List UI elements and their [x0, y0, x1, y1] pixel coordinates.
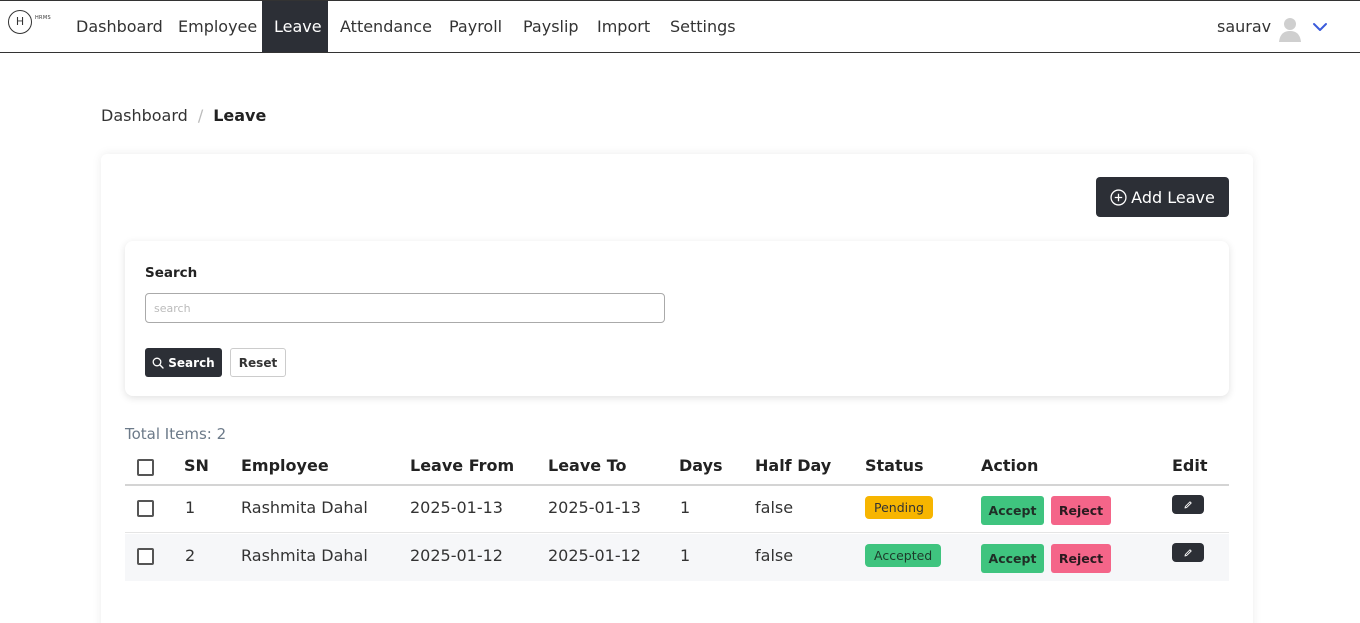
status-badge: Accepted: [865, 544, 942, 567]
leave-card: Add Leave Search Search Reset Total Item…: [101, 154, 1253, 623]
pencil-icon: [1184, 548, 1192, 556]
user-avatar-icon[interactable]: [1276, 14, 1304, 42]
breadcrumb-current: Leave: [213, 106, 267, 125]
search-panel: Search Search Reset: [125, 241, 1229, 396]
cell-employee: Rashmita Dahal: [241, 546, 368, 565]
table-header: SN Employee Leave From Leave To Days Hal…: [125, 450, 1229, 486]
edit-button[interactable]: [1172, 495, 1204, 514]
search-button[interactable]: Search: [145, 348, 222, 377]
cell-employee: Rashmita Dahal: [241, 498, 368, 517]
breadcrumb-separator: /: [197, 106, 204, 125]
table-row: 2 Rashmita Dahal 2025-01-12 2025-01-12 1…: [125, 534, 1229, 581]
nav-item-dashboard[interactable]: Dashboard: [64, 1, 175, 52]
status-badge: Pending: [865, 496, 933, 519]
breadcrumb: Dashboard / Leave: [101, 106, 266, 125]
edit-button[interactable]: [1172, 543, 1204, 562]
col-status: Status: [865, 456, 924, 475]
cell-sn: 1: [185, 498, 196, 517]
cell-leave-from: 2025-01-13: [410, 498, 503, 517]
cell-leave-to: 2025-01-12: [548, 546, 641, 565]
col-half-day: Half Day: [755, 456, 832, 475]
col-action: Action: [981, 456, 1039, 475]
reject-button[interactable]: Reject: [1051, 544, 1111, 573]
reject-button[interactable]: Reject: [1051, 496, 1111, 525]
row-checkbox[interactable]: [137, 500, 154, 517]
cell-half-day: false: [755, 498, 794, 517]
nav-item-leave[interactable]: Leave: [262, 1, 328, 52]
reset-button[interactable]: Reset: [230, 348, 286, 377]
breadcrumb-dashboard[interactable]: Dashboard: [101, 106, 188, 125]
col-employee: Employee: [241, 456, 329, 475]
plus-circle-icon: [1110, 188, 1127, 206]
pencil-icon: [1184, 500, 1192, 508]
cell-days: 1: [680, 546, 691, 565]
logo-letter: H: [15, 15, 25, 28]
user-name[interactable]: saurav: [1217, 1, 1271, 52]
select-all-checkbox[interactable]: [137, 459, 154, 476]
nav-item-import[interactable]: Import: [585, 1, 662, 52]
accept-button[interactable]: Accept: [981, 544, 1044, 573]
chevron-down-icon[interactable]: [1312, 19, 1328, 35]
table-row: 1 Rashmita Dahal 2025-01-13 2025-01-13 1…: [125, 486, 1229, 533]
nav-item-payslip[interactable]: Payslip: [511, 1, 591, 52]
cell-sn: 2: [185, 546, 196, 565]
accept-button[interactable]: Accept: [981, 496, 1044, 525]
app-logo[interactable]: H: [8, 10, 32, 34]
row-checkbox[interactable]: [137, 548, 154, 565]
cell-half-day: false: [755, 546, 794, 565]
col-leave-to: Leave To: [548, 456, 627, 475]
cell-days: 1: [680, 498, 691, 517]
nav-item-payroll[interactable]: Payroll: [437, 1, 514, 52]
reset-button-label: Reset: [238, 355, 278, 370]
col-edit: Edit: [1172, 456, 1208, 475]
add-leave-label: Add Leave: [1131, 187, 1215, 207]
cell-leave-to: 2025-01-13: [548, 498, 641, 517]
search-icon: [152, 357, 164, 369]
search-label: Search: [145, 265, 198, 281]
logo-subtitle: HRMS: [35, 15, 51, 21]
col-leave-from: Leave From: [410, 456, 515, 475]
top-navbar: H HRMS Dashboard Employee Leave Attendan…: [0, 0, 1360, 53]
add-leave-button[interactable]: Add Leave: [1096, 177, 1229, 217]
nav-item-employee[interactable]: Employee: [166, 1, 269, 52]
search-input[interactable]: [145, 293, 665, 323]
total-items: Total Items: 2: [125, 425, 227, 443]
search-button-label: Search: [168, 355, 215, 370]
nav-item-attendance[interactable]: Attendance: [328, 1, 444, 52]
cell-leave-from: 2025-01-12: [410, 546, 503, 565]
col-days: Days: [679, 456, 723, 475]
nav-item-settings[interactable]: Settings: [658, 1, 748, 52]
col-sn: SN: [184, 456, 209, 475]
